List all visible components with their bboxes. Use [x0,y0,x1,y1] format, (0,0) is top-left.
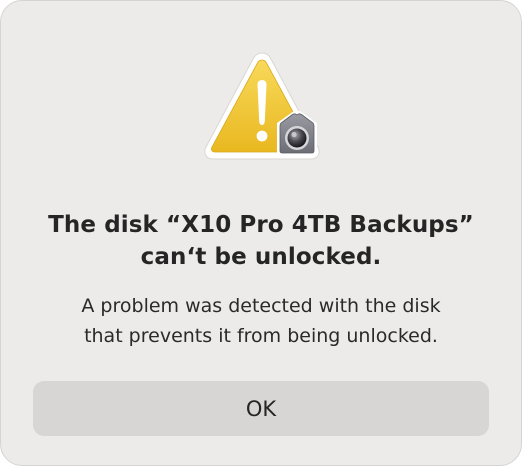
dialog-message-line: that prevents it from being unlocked. [84,325,438,347]
dialog-title-line: can‘t be unlocked. [140,244,382,270]
ok-button[interactable]: OK [33,381,489,436]
ok-button-label: OK [245,396,277,421]
alert-dialog: The disk “X10 Pro 4TB Backups” can‘t be … [0,0,522,466]
dialog-message: A problem was detected with the disk tha… [1,291,521,351]
dialog-title-line: The disk “X10 Pro 4TB Backups” [48,212,474,238]
warning-icon [204,52,320,160]
dialog-title: The disk “X10 Pro 4TB Backups” can‘t be … [1,209,521,273]
dialog-message-line: A problem was detected with the disk [81,295,441,317]
disk-warning-icon-group [200,51,324,169]
